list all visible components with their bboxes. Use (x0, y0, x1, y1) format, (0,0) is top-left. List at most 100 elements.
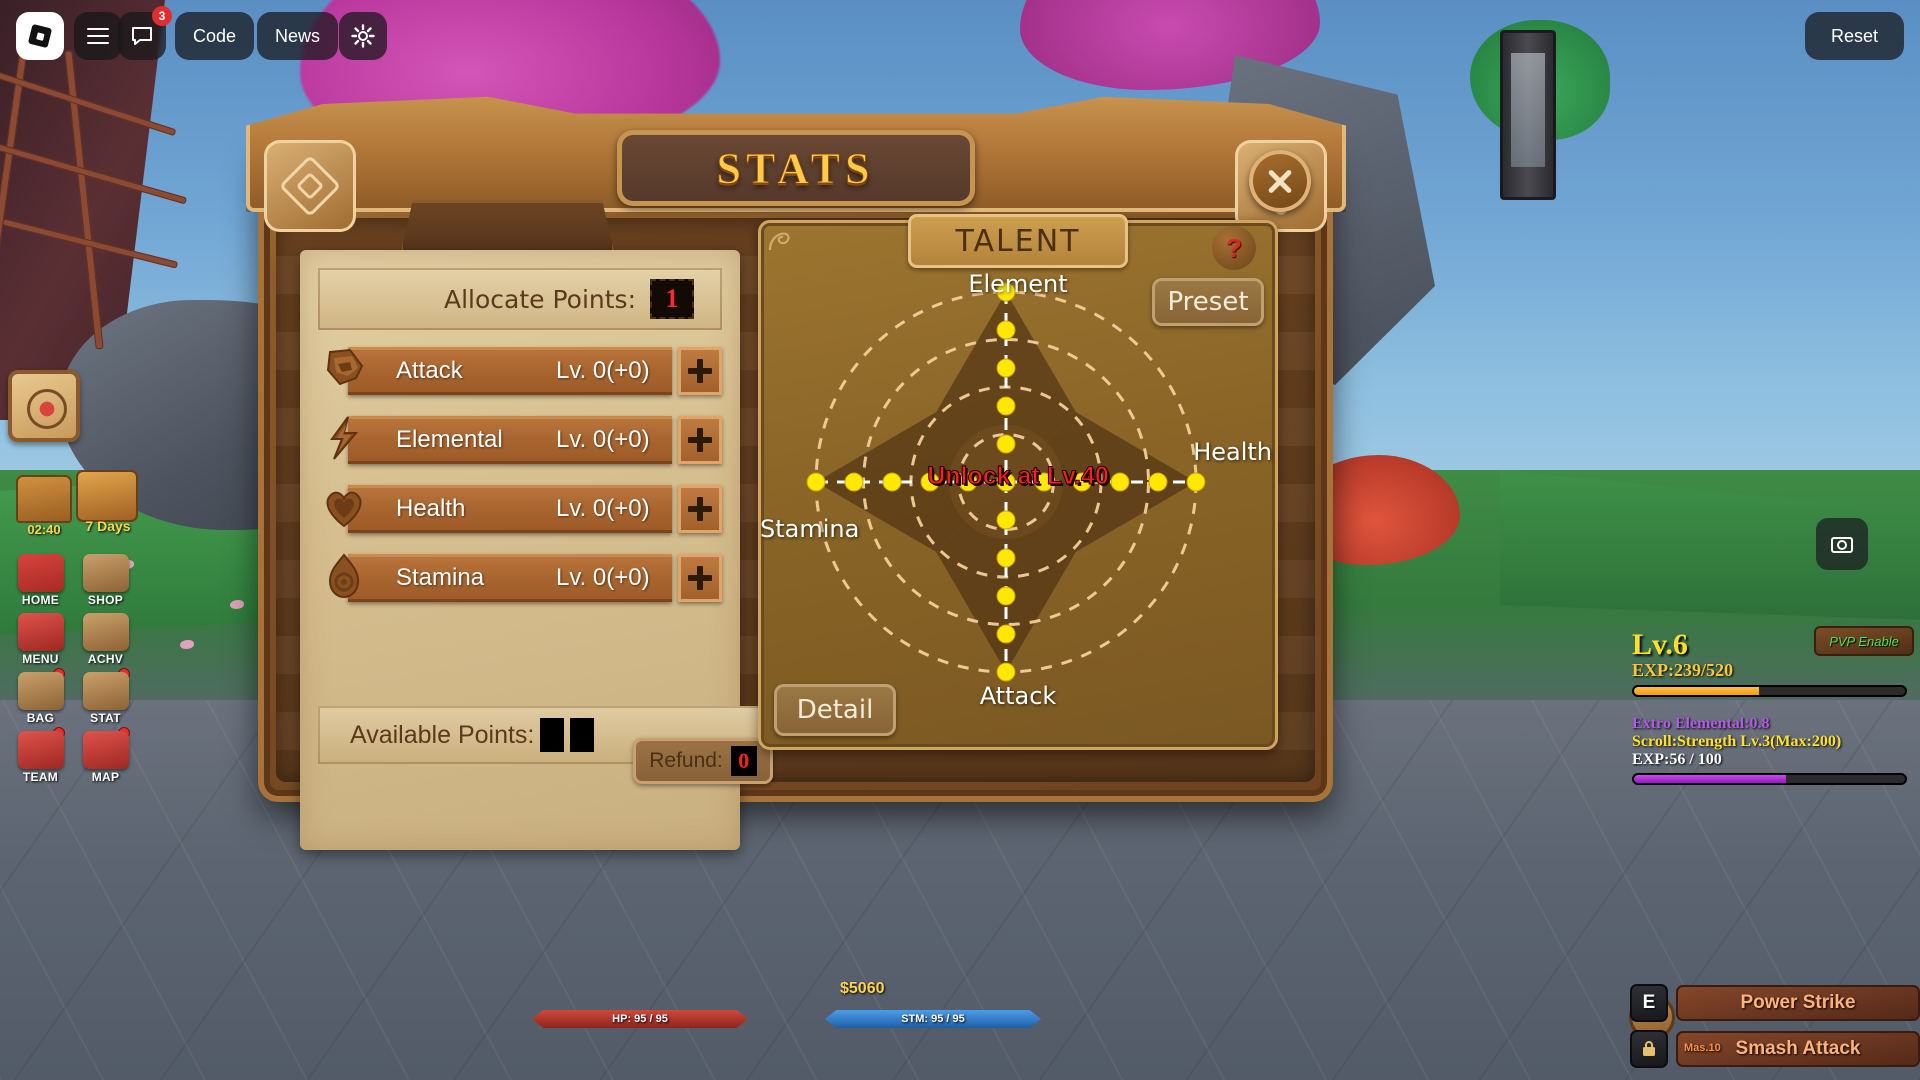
skill-name[interactable]: Mas.10 Smash Attack (1676, 1031, 1920, 1067)
plus-icon (688, 566, 712, 590)
increase-health-button[interactable] (678, 485, 722, 533)
allocate-points-value: 1 (665, 284, 679, 313)
hud-button-map[interactable]: MAP (73, 727, 138, 784)
plus-icon (688, 428, 712, 452)
increase-attack-button[interactable] (678, 347, 722, 395)
bag-icon (17, 672, 64, 710)
sevendays-label: 7 Days (85, 518, 131, 534)
treasure-chest-icon[interactable] (16, 475, 72, 523)
allocate-points-row: Allocate Points: 1 (318, 268, 722, 330)
player-stats-hud: PVP Enable Lv.6 EXP:239/520 Extro Elemen… (1620, 626, 1920, 785)
heart-icon (318, 480, 370, 536)
stat-level-health: Lv. 0(+0) (556, 495, 650, 522)
skill-row[interactable]: Mas.10 Smash Attack (1630, 1030, 1920, 1068)
radar-axis-label-health: Health (1193, 438, 1272, 466)
allocate-points-value-box[interactable]: 1 (650, 279, 694, 319)
roblox-logo-icon[interactable] (16, 12, 64, 60)
hud-button-menu[interactable]: MENU (8, 613, 73, 666)
reset-label: Reset (1830, 25, 1878, 46)
menu-button[interactable] (74, 12, 122, 60)
stats-window: STATS Allocate Points: 1 Attack Lv. 0(+0… (246, 92, 1346, 850)
hud-button-shop[interactable]: SHOP (73, 554, 138, 607)
hud-label-map: MAP (91, 770, 120, 784)
chat-badge: 3 (152, 6, 172, 26)
stat-row-elemental: Elemental Lv. 0(+0) (322, 415, 722, 465)
refund-button[interactable]: Refund: 0 (633, 738, 773, 784)
team-icon (17, 731, 64, 769)
code-button[interactable]: Code (175, 12, 255, 60)
unlock-message: Unlock at Lv.40 (927, 462, 1110, 491)
parchment-tab[interactable] (400, 200, 615, 256)
skill-name[interactable]: Power Strike (1676, 985, 1920, 1021)
pvp-enable-badge[interactable]: PVP Enable (1814, 626, 1914, 656)
hud-button-stat[interactable]: STAT (73, 668, 138, 725)
trophy-icon (82, 613, 129, 651)
increase-stamina-button[interactable] (678, 554, 722, 602)
stat-rows: Attack Lv. 0(+0) Elemental Lv. 0(+0) Hea… (322, 346, 722, 622)
detail-button[interactable]: Detail (774, 684, 896, 736)
hud-label-menu: MENU (22, 652, 59, 666)
skill-key[interactable]: E (1630, 984, 1668, 1022)
hud-label-shop: SHOP (87, 593, 124, 607)
sword-icon (318, 342, 370, 398)
hud-label-stat: STAT (90, 711, 121, 725)
refund-label: Refund: (649, 749, 723, 772)
settings-button[interactable] (339, 12, 387, 60)
calendar-icon[interactable] (76, 470, 138, 522)
plus-icon (688, 359, 712, 383)
home-icon (17, 554, 64, 592)
hamburger-menu-icon (87, 28, 109, 44)
preset-label: Preset (1167, 287, 1249, 317)
skill-mastery: Mas.10 (1684, 1042, 1721, 1054)
hud-button-achv[interactable]: ACHV (73, 613, 138, 666)
compass-icon[interactable] (8, 370, 80, 442)
skill-bar: E Power Strike Mas.10 Smash Attack (1630, 976, 1920, 1068)
reset-button[interactable]: Reset (1804, 12, 1904, 60)
stat-bar: Health Lv. 0(+0) (348, 485, 672, 533)
talent-panel: TALENT ? Preset Detail Element Health At… (758, 214, 1278, 750)
stat-name-elemental: Elemental (396, 426, 503, 453)
code-label: Code (193, 25, 237, 46)
scroll-exp-bar (1632, 773, 1907, 785)
hud-button-home[interactable]: HOME (8, 554, 73, 607)
skill-lock-slot[interactable] (1630, 1030, 1668, 1068)
detail-label: Detail (796, 695, 874, 725)
close-button[interactable] (1249, 150, 1311, 212)
title-plate: STATS (616, 130, 975, 206)
radar-axis-label-element: Element (968, 270, 1068, 298)
radar-axis-label-attack: Attack (979, 682, 1057, 710)
available-points-redaction (570, 718, 595, 752)
stat-level-elemental: Lv. 0(+0) (556, 426, 650, 453)
increase-elemental-button[interactable] (678, 416, 722, 464)
flame-icon (318, 549, 370, 605)
stat-level-stamina: Lv. 0(+0) (556, 564, 650, 591)
help-button[interactable]: ? (1212, 226, 1256, 270)
lightning-icon (318, 411, 370, 467)
chat-icon (132, 27, 152, 45)
hud-button-team[interactable]: TEAM (8, 727, 73, 784)
stat-name-health: Health (396, 495, 466, 522)
stat-bar: Attack Lv. 0(+0) (348, 347, 672, 395)
preset-button[interactable]: Preset (1152, 278, 1264, 326)
hud-label-home: HOME (21, 593, 60, 607)
camera-button[interactable] (1816, 518, 1868, 570)
chat-button[interactable]: 3 (118, 6, 172, 60)
hud-button-grid: HOME SHOP MENU ACHV BAG STAT TEAM MAP (8, 554, 138, 790)
roblox-topbar: 3 Code News Reset (0, 0, 1920, 70)
skill-row[interactable]: E Power Strike (1630, 984, 1920, 1022)
stat-name-stamina: Stamina (396, 564, 485, 591)
exp-bar (1632, 685, 1907, 697)
skill-label: Power Strike (1740, 992, 1856, 1013)
plus-icon (688, 497, 712, 521)
chest-timer: 02:40 (27, 522, 61, 537)
cart-icon (82, 554, 129, 592)
hud-button-bag[interactable]: BAG (8, 668, 73, 725)
stat-level-attack: Lv. 0(+0) (556, 357, 650, 384)
map-icon (82, 731, 129, 769)
stat-row-attack: Attack Lv. 0(+0) (322, 346, 722, 396)
corner-ornament-left (264, 140, 356, 232)
stm-label: STM: 95 / 95 (901, 1013, 965, 1025)
question-mark-icon: ? (1226, 232, 1242, 263)
news-button[interactable]: News (257, 12, 339, 60)
hp-label: HP: 95 / 95 (612, 1013, 668, 1025)
